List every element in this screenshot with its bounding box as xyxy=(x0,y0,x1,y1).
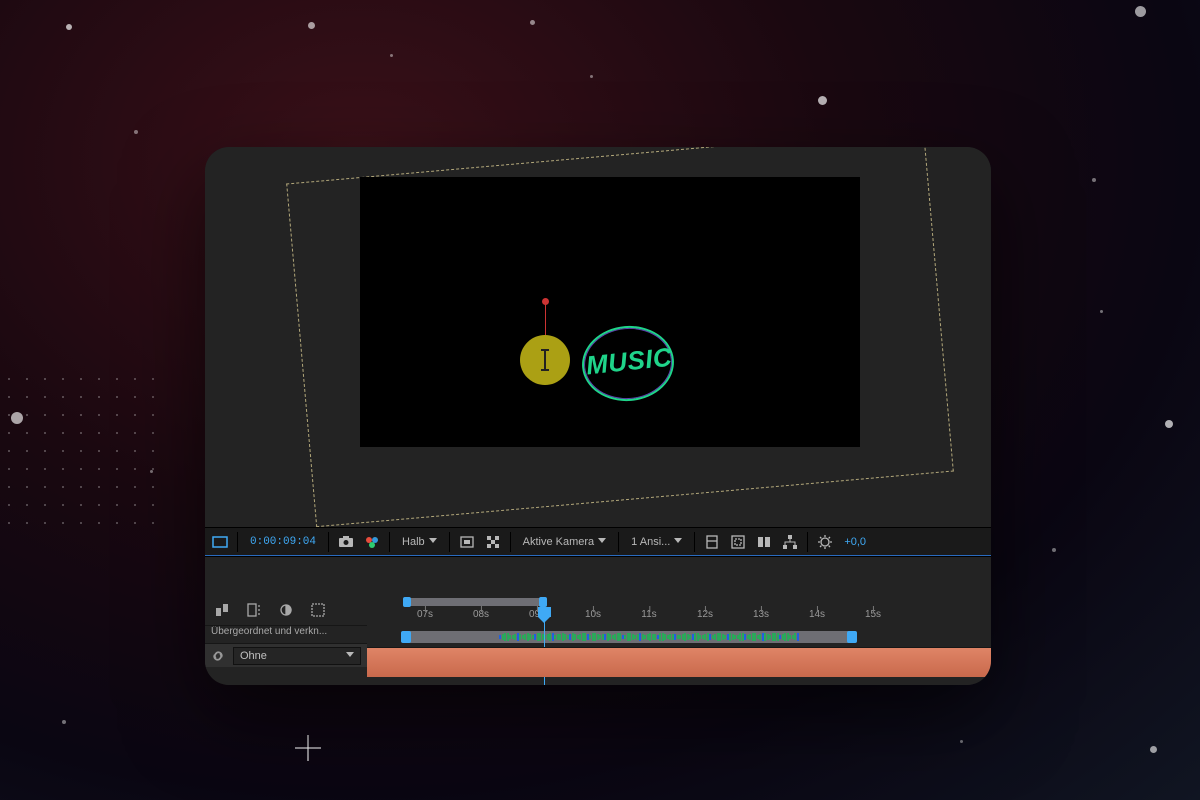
composition-viewer[interactable]: MUSIC xyxy=(205,147,991,527)
work-area-bar[interactable] xyxy=(405,598,545,606)
channel-button[interactable] xyxy=(361,531,383,553)
text-ibeam-icon xyxy=(544,349,546,371)
ruler-tick: 13s xyxy=(753,609,769,620)
layer-row[interactable]: Ohne xyxy=(205,643,367,667)
chevron-down-icon xyxy=(429,538,437,546)
time-ruler[interactable]: 07s08s09s10s11s12s13s14s15s xyxy=(367,609,991,629)
magnification-button[interactable] xyxy=(209,531,231,553)
exposure-reset-button[interactable] xyxy=(814,531,836,553)
transparency-grid-button[interactable] xyxy=(482,531,504,553)
resolution-dropdown[interactable]: Halb xyxy=(396,536,443,548)
composition-canvas[interactable]: MUSIC xyxy=(360,177,860,447)
graph-editor-button[interactable] xyxy=(307,600,329,620)
playhead-handle-icon[interactable] xyxy=(538,607,551,617)
mask-button[interactable] xyxy=(727,531,749,553)
parent-value: Ohne xyxy=(240,650,267,662)
link-icon[interactable] xyxy=(209,647,227,665)
guides-button[interactable] xyxy=(701,531,723,553)
plus-icon xyxy=(295,735,321,761)
resolution-label: Halb xyxy=(402,536,425,548)
flowchart-button[interactable] xyxy=(779,531,801,553)
chevron-down-icon xyxy=(674,538,682,546)
chevron-down-icon xyxy=(346,652,354,660)
motion-blur-button[interactable] xyxy=(243,600,265,620)
preview-toolbar: 0:00:09:04 Halb Aktive Kamera 1 Ansi... xyxy=(205,527,991,557)
ruler-tick: 08s xyxy=(473,609,489,620)
exposure-value[interactable]: +0,0 xyxy=(840,536,866,548)
current-timecode[interactable]: 0:00:09:04 xyxy=(244,536,322,548)
parent-dropdown[interactable]: Ohne xyxy=(233,647,361,665)
decorative-dot-grid xyxy=(0,370,160,530)
region-button[interactable] xyxy=(456,531,478,553)
resize-corner-icon[interactable] xyxy=(973,667,989,683)
pixel-aspect-button[interactable] xyxy=(753,531,775,553)
camera-label: Aktive Kamera xyxy=(523,536,595,548)
music-badge-layer[interactable]: MUSIC xyxy=(578,324,678,404)
timeline-tracks[interactable]: 07s08s09s10s11s12s13s14s15s xyxy=(367,595,991,685)
layer-clip[interactable] xyxy=(367,647,991,677)
views-label: 1 Ansi... xyxy=(631,536,670,548)
timeline-layer-columns: Übergeordnet und verkn... Ohne xyxy=(205,595,367,685)
timeline-panel: Übergeordnet und verkn... Ohne 07s08s09s… xyxy=(205,595,991,685)
ruler-tick: 11s xyxy=(641,609,656,620)
blend-mode-button[interactable] xyxy=(211,600,233,620)
snapshot-button[interactable] xyxy=(335,531,357,553)
adjustment-layer-button[interactable] xyxy=(275,600,297,620)
chevron-down-icon xyxy=(598,538,606,546)
app-window: MUSIC 0:00:09:04 Halb Aktive K xyxy=(205,147,991,685)
views-dropdown[interactable]: 1 Ansi... xyxy=(625,536,688,548)
ruler-tick: 14s xyxy=(809,609,825,620)
click-highlight-icon xyxy=(520,335,570,385)
ruler-tick: 12s xyxy=(697,609,713,620)
camera-dropdown[interactable]: Aktive Kamera xyxy=(517,536,613,548)
ruler-tick: 10s xyxy=(585,609,601,620)
parent-column-header: Übergeordnet und verkn... xyxy=(205,625,367,643)
ruler-tick: 07s xyxy=(417,609,433,620)
ruler-tick: 15s xyxy=(865,609,881,620)
